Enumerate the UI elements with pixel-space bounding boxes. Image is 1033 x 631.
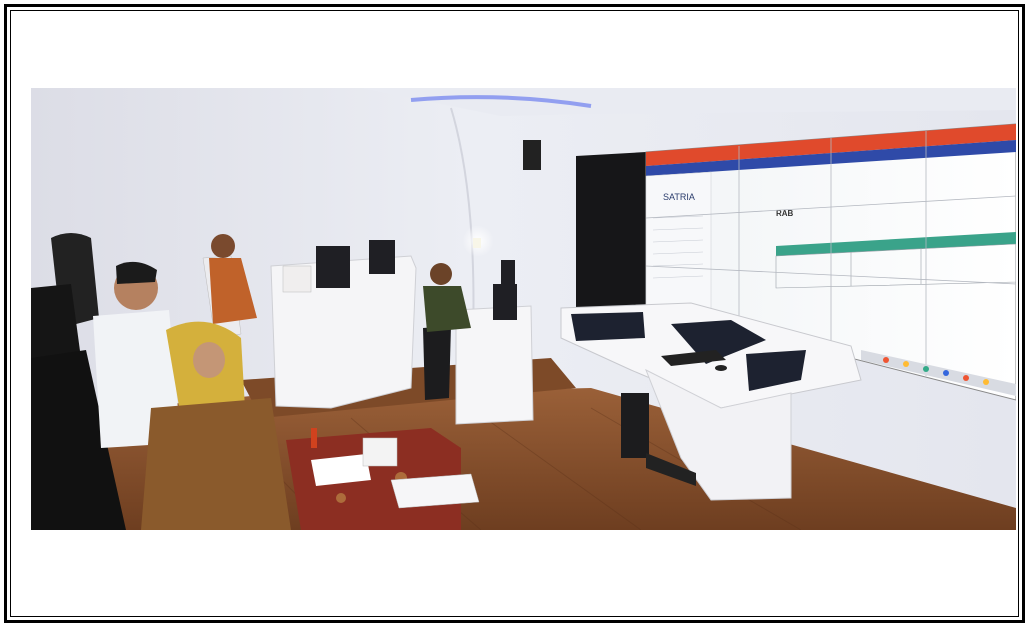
drink-can (311, 428, 317, 448)
video-wall-bezel (576, 152, 646, 310)
document-stack (390, 473, 480, 509)
control-room-photo: SATRIA RAB (31, 88, 1016, 530)
page: SATRIA RAB (0, 0, 1033, 631)
screen-app-name: SATRIA (663, 192, 695, 202)
pc-tower (621, 393, 649, 458)
desk-monitor-left (571, 312, 645, 341)
wall-speaker (523, 140, 541, 170)
person-brown-uniform (141, 398, 291, 530)
tissue-box (362, 437, 398, 467)
